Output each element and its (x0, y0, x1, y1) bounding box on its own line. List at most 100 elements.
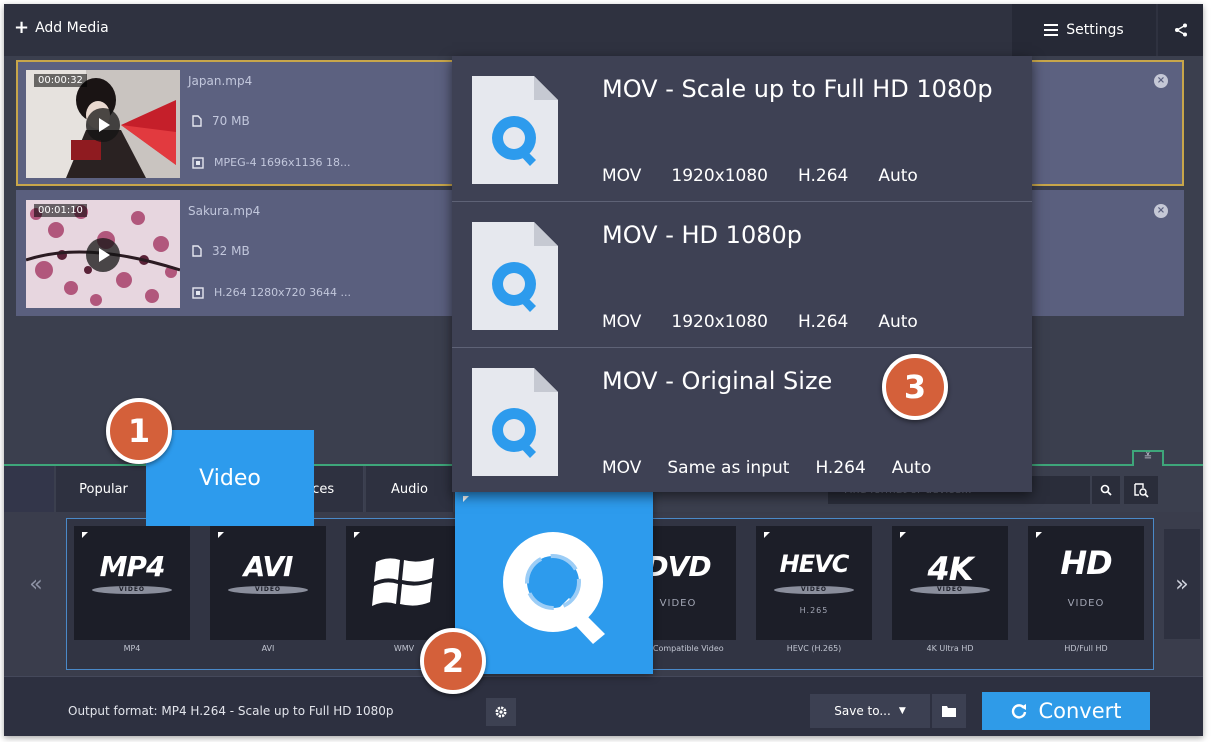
play-icon[interactable] (86, 108, 120, 142)
step-badge-2: 2 (420, 628, 486, 694)
mov-file-icon (472, 76, 558, 184)
file-name: Japan.mp4 (188, 74, 253, 88)
add-media-label: Add Media (35, 20, 109, 36)
tab-popular[interactable]: Popular (56, 466, 152, 512)
format-card-hd[interactable]: HD VIDEO (1028, 526, 1144, 640)
hd-logo: HD (1060, 544, 1112, 582)
format-label: 4K Ultra HD (926, 644, 974, 653)
file-name: Sakura.mp4 (188, 204, 261, 218)
convert-button[interactable]: Convert (982, 692, 1150, 730)
file-icon (192, 245, 202, 257)
step-badge-3: 3 (882, 354, 948, 420)
video-duration: 00:00:32 (34, 74, 87, 87)
save-to-label: Save to... (834, 704, 891, 718)
output-format-text: Output format: MP4 H.264 - Scale up to F… (68, 704, 394, 718)
hd-video-label: VIDEO (1067, 598, 1105, 609)
video-thumbnail[interactable]: 00:01:10 (26, 200, 180, 308)
preset-container: MOV (602, 458, 642, 478)
collapse-panel-icon[interactable]: ≚ (1132, 450, 1164, 466)
format-preset-dropdown: MOV - Scale up to Full HD 1080p MOV 1920… (452, 56, 1032, 492)
settings-button[interactable]: Settings (1012, 4, 1156, 56)
remove-file-icon[interactable]: × (1154, 204, 1168, 218)
tab-popular-label: Popular (79, 481, 128, 497)
file-codec: MPEG-4 1696x1136 18... (214, 156, 351, 169)
tab-audio[interactable]: Audio (366, 466, 454, 512)
preset-codec: H.264 (797, 166, 849, 186)
video-duration: 00:01:10 (34, 204, 87, 217)
file-codec-row: H.264 1280x720 3644 ... (192, 286, 351, 299)
preset-resolution: 1920x1080 (671, 312, 768, 332)
avi-logo: AVI (243, 550, 294, 583)
4k-logo: 4K (927, 550, 973, 588)
folder-icon (942, 706, 956, 717)
open-folder-button[interactable] (932, 694, 966, 728)
mov-file-icon (472, 222, 558, 330)
preset-option[interactable]: MOV - Original Size MOV Same as input H.… (452, 348, 1032, 494)
remove-file-icon[interactable]: × (1154, 74, 1168, 88)
share-icon (1174, 23, 1187, 37)
preset-bitrate: Auto (891, 458, 932, 478)
gear-icon (495, 706, 507, 718)
format-card-4k[interactable]: 4K VIDEO (892, 526, 1008, 640)
tab-video[interactable]: Video (146, 430, 314, 526)
search-button[interactable] (1092, 476, 1120, 504)
convert-label: Convert (1038, 699, 1122, 723)
step-badge-1: 1 (106, 398, 172, 464)
scroll-right-button[interactable]: » (1164, 529, 1200, 639)
mov-file-icon (472, 368, 558, 476)
add-media-button[interactable]: + Add Media (14, 17, 109, 38)
file-codec: H.264 1280x720 3644 ... (214, 286, 352, 299)
preset-option[interactable]: MOV - Scale up to Full HD 1080p MOV 1920… (452, 56, 1032, 202)
play-icon[interactable] (86, 238, 120, 272)
refresh-icon (1012, 704, 1027, 719)
preset-codec: H.264 (815, 458, 866, 478)
device-detect-button[interactable] (1124, 476, 1158, 504)
save-to-dropdown[interactable]: Save to... ▼ (810, 694, 930, 728)
format-card-avi[interactable]: AVI VIDEO (210, 526, 326, 640)
scroll-left-button[interactable]: « (18, 529, 54, 639)
format-label: HD/Full HD (1064, 644, 1108, 653)
format-label: HEVC (H.265) (786, 644, 842, 653)
preset-title: MOV - HD 1080p (602, 221, 802, 249)
disc-video-label: VIDEO (92, 586, 172, 594)
settings-label: Settings (1066, 22, 1124, 38)
preset-title: MOV - Scale up to Full HD 1080p (602, 75, 993, 103)
preset-bitrate: Auto (878, 166, 918, 186)
video-thumbnail[interactable]: 00:00:32 (26, 70, 180, 178)
file-size-row: 32 MB (192, 244, 250, 258)
output-settings-button[interactable] (486, 698, 516, 726)
menu-icon (1044, 24, 1059, 36)
film-icon (192, 156, 204, 169)
format-card-mp4[interactable]: MP4 VIDEO (74, 526, 190, 640)
share-button[interactable] (1158, 4, 1203, 56)
preset-meta: MOV Same as input H.264 Auto (602, 458, 931, 478)
hevc-logo: HEVC (779, 550, 850, 578)
film-icon (192, 286, 204, 299)
device-search-icon (1134, 483, 1149, 498)
file-size: 70 MB (212, 114, 250, 128)
format-card-hevc[interactable]: HEVC VIDEO H.265 (756, 526, 872, 640)
disc-video-label: VIDEO (774, 586, 854, 594)
format-card-wmv[interactable] (346, 526, 462, 640)
mp4-logo: MP4 (99, 550, 166, 583)
app-window: + Add Media Settings 00:00:32 Japan.mp4 … (4, 4, 1203, 736)
file-size-row: 70 MB (192, 114, 250, 128)
file-size: 32 MB (212, 244, 250, 258)
preset-container: MOV (602, 312, 642, 332)
plus-icon: + (14, 17, 30, 38)
format-card-mov-selected[interactable] (455, 490, 653, 674)
preset-option[interactable]: MOV - HD 1080p MOV 1920x1080 H.264 Auto (452, 202, 1032, 348)
tab-audio-label: Audio (391, 481, 428, 497)
preset-meta: MOV 1920x1080 H.264 Auto (602, 312, 918, 332)
preset-resolution: Same as input (667, 458, 790, 478)
preset-meta: MOV 1920x1080 H.264 Auto (602, 166, 918, 186)
chevron-down-icon: ▼ (898, 706, 906, 716)
preset-resolution: 1920x1080 (671, 166, 768, 186)
format-label: AVI (261, 644, 275, 653)
search-icon (1100, 484, 1112, 496)
preset-codec: H.264 (797, 312, 849, 332)
hevc-sub-label: H.265 (799, 606, 829, 615)
disc-video-label: VIDEO (228, 586, 308, 594)
file-icon (192, 115, 202, 127)
format-label: MP4 (123, 644, 141, 653)
